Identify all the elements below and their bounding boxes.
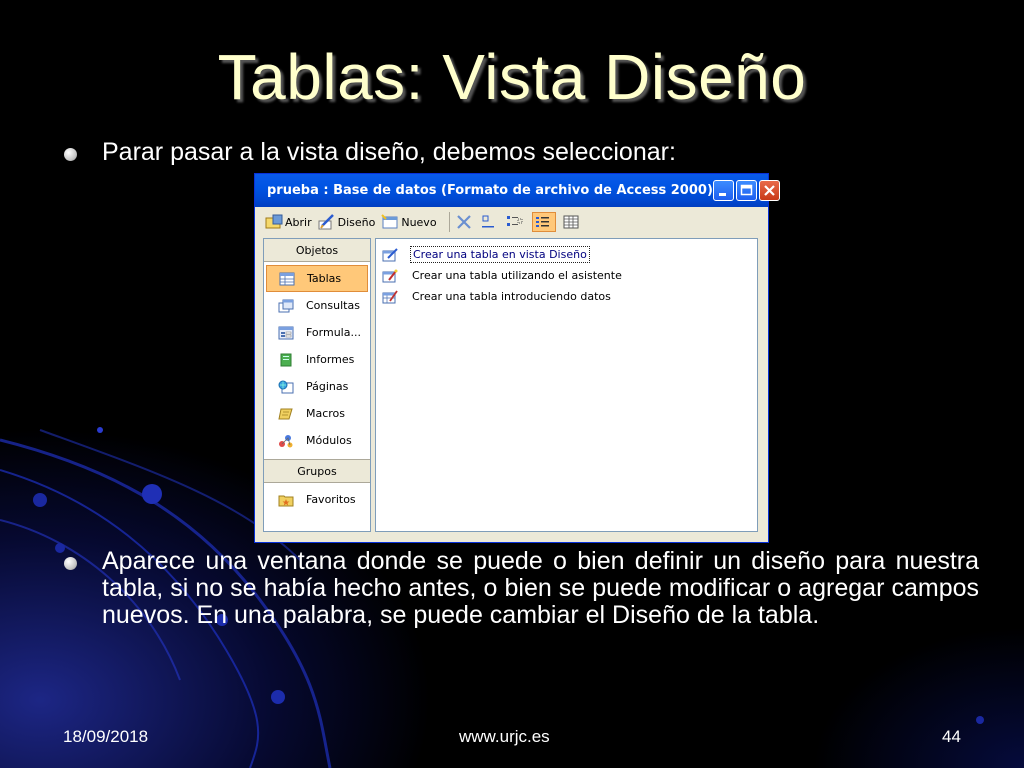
- maximize-button[interactable]: [735, 180, 757, 201]
- nav-item-label: Consultas: [306, 299, 360, 312]
- page-icon: [278, 380, 294, 393]
- nav-item-label: Informes: [306, 353, 355, 366]
- nav-item-paginas[interactable]: Páginas: [264, 373, 370, 400]
- nav-item-tablas[interactable]: Tablas: [266, 265, 368, 292]
- report-icon: [280, 353, 292, 366]
- footer-date: 18/09/2018: [63, 727, 149, 746]
- list-item[interactable]: Crear una tabla introduciendo datos: [376, 286, 757, 307]
- list-item-label: Crear una tabla en vista Diseño: [410, 246, 590, 263]
- maximize-icon: [740, 184, 753, 196]
- bullet-dot: [64, 148, 77, 161]
- window-title: prueba : Base de datos (Formato de archi…: [267, 183, 713, 198]
- close-icon: [764, 185, 775, 196]
- details-view-icon: [563, 215, 579, 229]
- design-icon: [318, 214, 334, 230]
- nav-item-label: Módulos: [306, 434, 352, 447]
- small-icons-button[interactable]: [506, 214, 526, 230]
- close-button[interactable]: [758, 180, 780, 201]
- nav-item-informes[interactable]: Informes: [264, 346, 370, 373]
- minimize-button[interactable]: [712, 180, 734, 201]
- small-icons-icon: [506, 216, 523, 226]
- database-window: prueba : Base de datos (Formato de archi…: [254, 173, 780, 543]
- nav-item-favoritos[interactable]: Favoritos: [264, 486, 370, 513]
- objects-header[interactable]: Objetos: [264, 239, 370, 262]
- query-icon: [278, 299, 294, 312]
- list-view-button[interactable]: [531, 212, 556, 232]
- nav-item-modulos[interactable]: Módulos: [264, 427, 370, 454]
- large-icons-button[interactable]: [480, 214, 500, 230]
- module-icon: [279, 434, 293, 447]
- bullet-text-1: Parar pasar a la vista diseño, debemos s…: [102, 138, 676, 166]
- list-item-label: Crear una tabla utilizando el asistente: [412, 269, 622, 282]
- objects-pane: Objetos Tablas Consultas Formula... Info…: [263, 238, 371, 532]
- table-icon: [279, 272, 295, 285]
- macro-icon: [278, 408, 293, 419]
- bullet-dot: [64, 557, 77, 570]
- nav-item-consultas[interactable]: Consultas: [264, 292, 370, 319]
- minimize-icon: [718, 193, 726, 196]
- large-icons-icon: [481, 215, 494, 228]
- toolbar-separator: [448, 212, 450, 232]
- details-view-button[interactable]: [562, 214, 582, 230]
- groups-header[interactable]: Grupos: [264, 459, 370, 483]
- nav-item-label: Favoritos: [306, 493, 356, 506]
- favorites-folder-icon: [278, 495, 294, 506]
- create-table-wizard-icon: [382, 269, 398, 282]
- create-table-design-icon: [382, 247, 398, 261]
- design-label: Diseño: [337, 215, 376, 229]
- open-label: Abrir: [285, 215, 312, 229]
- slide-title: Tablas: Vista Diseño: [217, 41, 807, 113]
- nav-item-label: Tablas: [307, 272, 342, 285]
- footer-page-number: 44: [942, 727, 961, 746]
- delete-icon: [456, 215, 471, 229]
- list-item[interactable]: Crear una tabla utilizando el asistente: [376, 265, 757, 286]
- window-toolbar: Abrir Diseño Nuevo: [255, 207, 768, 237]
- list-item-label: Crear una tabla introduciendo datos: [412, 290, 611, 303]
- bullet-text-2: Aparece una ventana donde se puede o bie…: [102, 547, 979, 629]
- delete-button[interactable]: [456, 214, 474, 230]
- list-view-icon: [535, 217, 549, 227]
- list-item[interactable]: Crear una tabla en vista Diseño: [376, 244, 757, 265]
- footer-site: www.urjc.es: [459, 727, 550, 746]
- nav-item-macros[interactable]: Macros: [264, 400, 370, 427]
- new-button[interactable]: Nuevo: [381, 214, 437, 230]
- nav-item-formularios[interactable]: Formula...: [264, 319, 370, 346]
- new-label: Nuevo: [401, 215, 437, 229]
- design-button[interactable]: Diseño: [318, 214, 376, 230]
- object-list: Crear una tabla en vista Diseño Crear un…: [375, 238, 758, 532]
- open-icon: [265, 214, 283, 229]
- nav-item-label: Formula...: [306, 326, 361, 339]
- window-content: Objetos Tablas Consultas Formula... Info…: [263, 238, 758, 532]
- form-icon: [278, 326, 294, 339]
- create-table-data-icon: [382, 289, 398, 303]
- window-titlebar[interactable]: prueba : Base de datos (Formato de archi…: [255, 174, 780, 207]
- nav-item-label: Macros: [306, 407, 346, 420]
- new-icon: [381, 214, 398, 229]
- open-button[interactable]: Abrir: [265, 214, 312, 230]
- nav-item-label: Páginas: [306, 380, 349, 393]
